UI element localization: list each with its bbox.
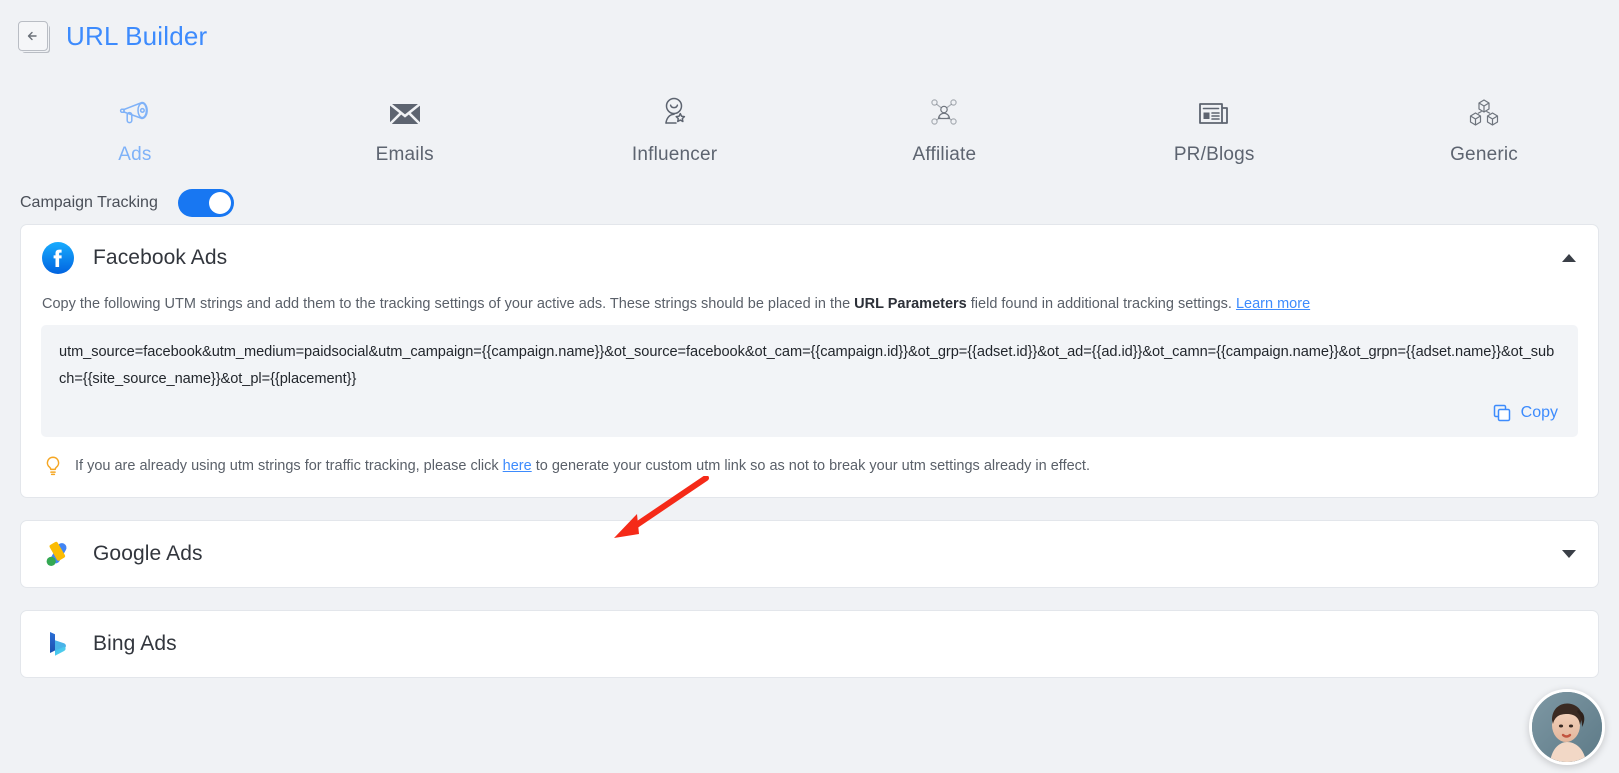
card-google-ads: Google Ads	[20, 520, 1599, 588]
copy-icon	[1493, 404, 1510, 422]
megaphone-icon	[114, 92, 156, 136]
description-bold-url-parameters: URL Parameters	[854, 296, 967, 312]
lightbulb-icon	[43, 455, 63, 477]
campaign-tracking-row: Campaign Tracking	[0, 166, 1619, 224]
chevron-up-icon[interactable]	[1562, 254, 1576, 262]
utm-hint-row: If you are already using utm strings for…	[41, 437, 1578, 483]
facebook-logo-icon	[41, 241, 75, 275]
tab-label: Emails	[375, 144, 434, 165]
tab-ads[interactable]: Ads	[0, 92, 270, 166]
back-arrow-icon	[27, 31, 37, 41]
tab-label: Influencer	[631, 144, 718, 165]
tab-generic[interactable]: Generic	[1349, 92, 1619, 166]
tab-label: Generic	[1450, 144, 1519, 165]
copy-row: Copy	[59, 393, 1560, 429]
facebook-description: Copy the following UTM strings and add t…	[41, 291, 1578, 325]
tab-label: Ads	[118, 144, 152, 165]
card-title: Facebook Ads	[93, 246, 228, 269]
tab-label: Affiliate	[912, 144, 977, 165]
hint-text: If you are already using utm strings for…	[75, 458, 1090, 474]
card-header-facebook-ads[interactable]: Facebook Ads	[21, 225, 1598, 291]
envelope-icon	[384, 92, 426, 136]
tab-affiliate[interactable]: Affiliate	[809, 92, 1079, 166]
tab-label: PR/Blogs	[1173, 144, 1255, 165]
description-part-1: Copy the following UTM strings and add t…	[42, 296, 855, 312]
page-header: URL Builder	[0, 0, 1619, 56]
hint-part-1: If you are already using utm strings for…	[75, 458, 503, 474]
card-header-bing-ads[interactable]: Bing Ads	[21, 611, 1598, 677]
campaign-tracking-toggle[interactable]	[177, 189, 234, 217]
back-button[interactable]	[18, 21, 48, 51]
card-title: Google Ads	[93, 542, 203, 565]
newspaper-icon	[1193, 92, 1235, 136]
tab-pr-blogs[interactable]: PR/Blogs	[1079, 92, 1349, 166]
toggle-knob	[208, 192, 231, 214]
cubes-icon	[1463, 92, 1505, 136]
utm-string-text[interactable]: utm_source=facebook&utm_medium=paidsocia…	[59, 339, 1560, 393]
page-title: URL Builder	[66, 20, 208, 51]
card-body-facebook-ads: Copy the following UTM strings and add t…	[21, 291, 1598, 497]
hint-part-2: to generate your custom utm link so as n…	[531, 458, 1090, 474]
google-ads-logo-icon	[41, 537, 75, 571]
card-title: Bing Ads	[93, 632, 177, 655]
affiliate-network-icon	[923, 92, 965, 136]
chevron-down-icon[interactable]	[1562, 550, 1576, 558]
copy-button-label: Copy	[1520, 404, 1558, 421]
learn-more-link[interactable]: Learn more	[1236, 296, 1310, 312]
here-link[interactable]: here	[503, 458, 532, 474]
channel-tabs: Ads Emails Influencer Affiliate PR/Blogs…	[0, 56, 1619, 166]
utm-string-box: utm_source=facebook&utm_medium=paidsocia…	[41, 325, 1578, 437]
influencer-icon	[654, 92, 696, 136]
bing-logo-icon	[41, 627, 75, 661]
support-avatar-widget[interactable]	[1529, 689, 1605, 765]
channel-cards: Facebook Ads Copy the following UTM stri…	[0, 224, 1619, 678]
card-facebook-ads: Facebook Ads Copy the following UTM stri…	[20, 224, 1599, 498]
avatar	[1532, 692, 1602, 762]
tab-emails[interactable]: Emails	[270, 92, 540, 166]
card-bing-ads: Bing Ads	[20, 610, 1599, 678]
description-part-2: field found in additional tracking setti…	[966, 296, 1236, 312]
card-header-google-ads[interactable]: Google Ads	[21, 521, 1598, 587]
tab-influencer[interactable]: Influencer	[540, 92, 810, 166]
campaign-tracking-label: Campaign Tracking	[20, 194, 158, 211]
copy-button[interactable]: Copy	[1492, 403, 1558, 423]
